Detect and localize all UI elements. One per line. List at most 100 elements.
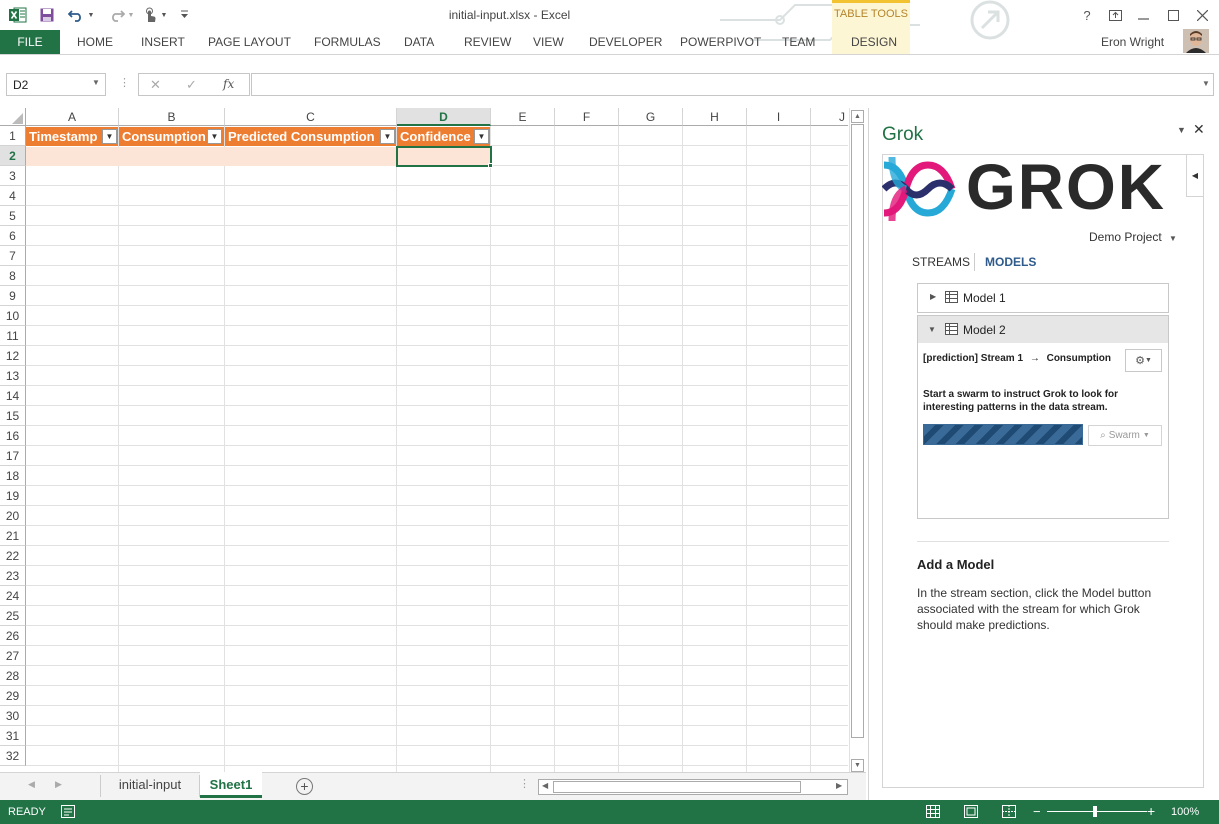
maximize-icon[interactable]: [1164, 6, 1182, 24]
table-header-predicted-consumption[interactable]: Predicted Consumption: [225, 127, 396, 146]
tab-powerpivot[interactable]: POWERPIVOT: [680, 35, 761, 49]
file-tab[interactable]: FILE: [0, 30, 60, 54]
row-header[interactable]: 29: [0, 686, 26, 706]
row-header[interactable]: 16: [0, 426, 26, 446]
column-header-a[interactable]: A: [26, 108, 119, 126]
expand-formula-bar-icon[interactable]: ▼: [1202, 79, 1210, 88]
worksheet-grid[interactable]: A B C D E F G H I J 1 2 3 4 5 6 7 8 9 10 11 12 13 14 1…: [0, 108, 848, 772]
customize-qat-icon[interactable]: [178, 6, 190, 24]
tab-design[interactable]: DESIGN: [851, 35, 897, 49]
tab-home[interactable]: HOME: [77, 35, 113, 49]
tab-view[interactable]: VIEW: [533, 35, 564, 49]
zoom-in-icon[interactable]: +: [1147, 803, 1155, 819]
touch-dropdown-icon[interactable]: ▼: [159, 6, 169, 24]
tab-models[interactable]: MODELS: [985, 255, 1036, 269]
new-sheet-icon[interactable]: +: [296, 778, 313, 795]
column-header-e[interactable]: E: [491, 108, 555, 126]
row-header[interactable]: 31: [0, 726, 26, 746]
row-header[interactable]: 27: [0, 646, 26, 666]
model-settings-button[interactable]: ⚙ ▼: [1125, 349, 1162, 372]
row-header[interactable]: 4: [0, 186, 26, 206]
tab-review[interactable]: REVIEW: [464, 35, 511, 49]
cancel-entry-icon[interactable]: ✕: [150, 77, 161, 93]
scroll-left-icon[interactable]: ◀: [542, 781, 548, 790]
expand-arrow-icon[interactable]: ▶: [930, 292, 936, 301]
row-header[interactable]: 12: [0, 346, 26, 366]
formula-input[interactable]: ▼: [251, 73, 1214, 96]
tab-splitter-icon[interactable]: ⋮: [519, 777, 530, 790]
redo-icon[interactable]: [108, 6, 126, 24]
zoom-slider-thumb[interactable]: [1093, 806, 1097, 817]
row-header[interactable]: 24: [0, 586, 26, 606]
select-all-corner[interactable]: [0, 108, 26, 126]
zoom-slider[interactable]: [1047, 811, 1147, 812]
sheet-tab-initial-input[interactable]: initial-input: [101, 772, 199, 798]
row-header[interactable]: 9: [0, 286, 26, 306]
row-header[interactable]: 22: [0, 546, 26, 566]
tab-data[interactable]: DATA: [404, 35, 434, 49]
column-header-c[interactable]: C: [225, 108, 397, 126]
redo-dropdown-icon[interactable]: ▼: [126, 6, 136, 24]
task-pane-options-icon[interactable]: ▼: [1177, 125, 1186, 135]
insert-function-icon[interactable]: fx: [223, 77, 234, 91]
close-pane-icon[interactable]: ✕: [1193, 121, 1205, 138]
column-header-f[interactable]: F: [555, 108, 619, 126]
row-header[interactable]: 7: [0, 246, 26, 266]
row-header[interactable]: 8: [0, 266, 26, 286]
row-header[interactable]: 21: [0, 526, 26, 546]
scroll-tabs-left-icon[interactable]: ◀: [28, 779, 35, 790]
touch-mode-icon[interactable]: [141, 6, 159, 24]
column-header-i[interactable]: I: [747, 108, 811, 126]
scroll-right-icon[interactable]: ▶: [836, 781, 842, 790]
column-header-h[interactable]: H: [683, 108, 747, 126]
filter-dropdown-icon[interactable]: ▼: [207, 129, 222, 144]
row-header[interactable]: 17: [0, 446, 26, 466]
close-window-icon[interactable]: [1193, 6, 1211, 24]
column-header-b[interactable]: B: [119, 108, 225, 126]
horizontal-scroll-thumb[interactable]: [553, 781, 801, 793]
fill-handle[interactable]: [488, 163, 493, 168]
row-header[interactable]: 30: [0, 706, 26, 726]
filter-dropdown-icon[interactable]: ▼: [474, 129, 489, 144]
minimize-icon[interactable]: [1134, 6, 1152, 24]
collapse-panel-icon[interactable]: ◀: [1186, 155, 1203, 197]
undo-dropdown-icon[interactable]: ▼: [86, 6, 96, 24]
row-header[interactable]: 2: [0, 146, 26, 166]
row-header[interactable]: 18: [0, 466, 26, 486]
row-header[interactable]: 26: [0, 626, 26, 646]
zoom-out-icon[interactable]: −: [1033, 804, 1041, 819]
tab-streams[interactable]: STREAMS: [912, 255, 970, 269]
user-name[interactable]: Eron Wright: [1101, 35, 1164, 49]
page-layout-view-icon[interactable]: [964, 805, 978, 821]
zoom-level[interactable]: 100%: [1171, 806, 1199, 818]
tab-page-layout[interactable]: PAGE LAYOUT: [208, 35, 291, 49]
tab-insert[interactable]: INSERT: [141, 35, 185, 49]
name-box-dropdown-icon[interactable]: ▼: [92, 78, 100, 87]
vertical-scroll-thumb[interactable]: [851, 124, 864, 738]
filter-dropdown-icon[interactable]: ▼: [102, 129, 117, 144]
active-cell-d2[interactable]: [396, 146, 492, 167]
row-header[interactable]: 19: [0, 486, 26, 506]
avatar[interactable]: [1183, 29, 1209, 53]
project-selector[interactable]: Demo Project ▼: [1089, 230, 1177, 244]
save-icon[interactable]: [38, 6, 56, 24]
undo-icon[interactable]: [67, 6, 85, 24]
row-header[interactable]: 23: [0, 566, 26, 586]
column-header-j[interactable]: J: [811, 108, 848, 126]
enter-entry-icon[interactable]: ✓: [186, 77, 197, 93]
column-header-g[interactable]: G: [619, 108, 683, 126]
collapse-arrow-icon[interactable]: ▼: [928, 325, 936, 334]
row-header[interactable]: 1: [0, 126, 26, 146]
help-button[interactable]: ?: [1078, 6, 1096, 24]
model-row-2[interactable]: ▼ Model 2: [917, 315, 1169, 344]
row-header[interactable]: 5: [0, 206, 26, 226]
row-header[interactable]: 11: [0, 326, 26, 346]
row-header[interactable]: 14: [0, 386, 26, 406]
row-header[interactable]: 32: [0, 746, 26, 766]
scroll-tabs-right-icon[interactable]: ▶: [55, 779, 62, 790]
scroll-down-icon[interactable]: ▼: [851, 759, 864, 772]
row-header[interactable]: 25: [0, 606, 26, 626]
name-box[interactable]: D2: [6, 73, 106, 96]
ribbon-display-options-icon[interactable]: [1106, 6, 1124, 24]
column-header-d[interactable]: D: [397, 108, 491, 126]
